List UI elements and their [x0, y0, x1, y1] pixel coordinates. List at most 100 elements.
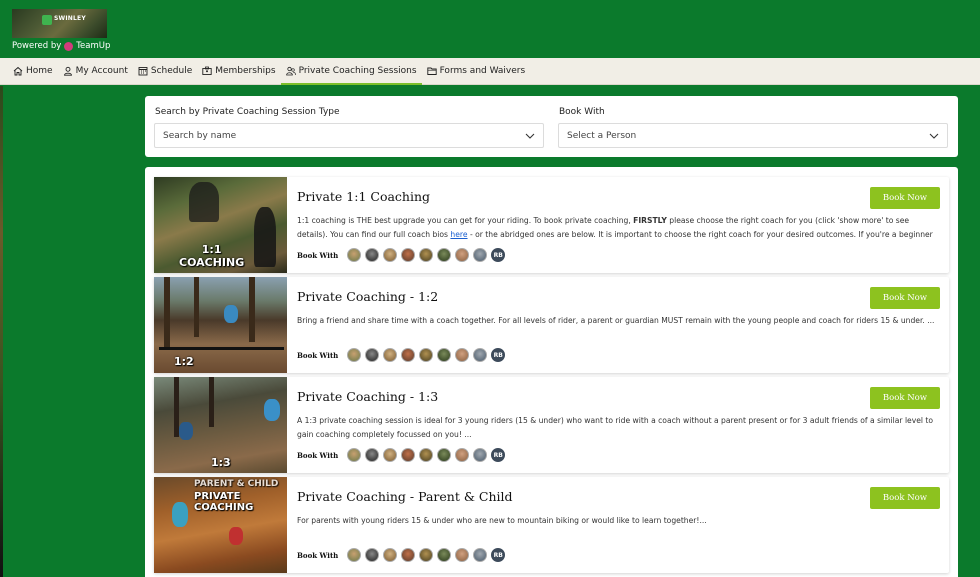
coach-avatar[interactable]: [383, 348, 398, 362]
book-with-placeholder: Select a Person: [567, 130, 637, 141]
thumbnail-caption-top: PARENT & CHILD: [194, 479, 279, 489]
session-title[interactable]: Private Coaching - Parent & Child: [297, 489, 513, 504]
coach-avatar[interactable]: [419, 448, 434, 462]
session-card[interactable]: PARENT & CHILD PRIVATE COACHING Private …: [154, 477, 949, 573]
coach-avatar[interactable]: [473, 448, 488, 462]
coach-avatar[interactable]: [473, 548, 488, 562]
coach-avatar-initials[interactable]: RB: [491, 248, 506, 262]
nav-item-home[interactable]: Home: [8, 58, 58, 84]
session-type-select[interactable]: Search by name: [154, 123, 544, 148]
book-with-row: Book With RB: [297, 348, 506, 362]
coach-avatar[interactable]: [419, 548, 434, 562]
coach-avatar-initials[interactable]: RB: [491, 448, 506, 462]
book-now-button[interactable]: Book Now: [870, 487, 940, 509]
session-title[interactable]: Private Coaching - 1:3: [297, 389, 438, 404]
session-card[interactable]: 1:3 Private Coaching - 1:3 Book Now A 1:…: [154, 377, 949, 473]
calendar-icon: [138, 66, 148, 76]
thumbnail-caption: 1:2: [174, 355, 194, 368]
book-with-row: Book With RB: [297, 548, 506, 562]
thumbnail-caption: 1:3: [211, 456, 231, 469]
desc-text: 1:1 coaching is THE best upgrade you can…: [297, 216, 634, 225]
coach-avatar[interactable]: [365, 348, 380, 362]
coach-avatar[interactable]: [347, 248, 362, 262]
coach-avatar[interactable]: [473, 348, 488, 362]
nav-item-memberships[interactable]: Memberships: [197, 58, 280, 84]
book-with-label: Book With: [297, 450, 339, 460]
chevron-down-icon: [525, 133, 535, 139]
coach-avatar[interactable]: [437, 348, 452, 362]
coach-avatar[interactable]: [401, 448, 416, 462]
filter-panel: Search by Private Coaching Session Type …: [145, 96, 958, 157]
desc-bold: FIRSTLY: [633, 216, 667, 225]
coach-avatar[interactable]: [455, 348, 470, 362]
coach-avatar[interactable]: [473, 248, 488, 262]
book-with-row: Book With RB: [297, 248, 506, 262]
nav-label: Forms and Waivers: [439, 66, 526, 76]
book-now-button[interactable]: Book Now: [870, 287, 940, 309]
teamup-brand[interactable]: TeamUp: [76, 41, 110, 51]
book-with-label: Book With: [297, 550, 339, 560]
nav-label: Memberships: [215, 66, 276, 76]
id-card-icon: [202, 66, 212, 76]
book-now-button[interactable]: Book Now: [870, 187, 940, 209]
coach-avatar[interactable]: [365, 248, 380, 262]
nav-label: Private Coaching Sessions: [298, 66, 417, 76]
session-title[interactable]: Private Coaching - 1:2: [297, 289, 438, 304]
coach-avatar[interactable]: [401, 248, 416, 262]
powered-by: Powered by TeamUp: [12, 41, 110, 51]
coach-avatar[interactable]: [455, 548, 470, 562]
coach-avatar[interactable]: [401, 348, 416, 362]
coach-avatar-initials[interactable]: RB: [491, 348, 506, 362]
session-thumbnail[interactable]: 1:1 COACHING: [154, 177, 287, 273]
session-type-placeholder: Search by name: [163, 130, 237, 141]
coach-avatar[interactable]: [347, 448, 362, 462]
main-nav: Home My Account Schedule Memberships Pri…: [0, 58, 980, 85]
session-thumbnail[interactable]: 1:2: [154, 277, 287, 373]
session-title[interactable]: Private 1:1 Coaching: [297, 189, 430, 204]
coach-avatar[interactable]: [455, 448, 470, 462]
home-icon: [13, 66, 23, 76]
powered-by-text: Powered by: [12, 41, 62, 51]
coach-bios-link[interactable]: here: [450, 230, 467, 239]
user-icon: [63, 66, 73, 76]
logo-text: SWINLEY: [54, 15, 86, 22]
coach-avatar[interactable]: [365, 548, 380, 562]
nav-label: Schedule: [150, 66, 193, 76]
session-thumbnail[interactable]: 1:3: [154, 377, 287, 473]
nav-item-schedule[interactable]: Schedule: [133, 58, 197, 84]
coach-avatar[interactable]: [437, 448, 452, 462]
nav-label: Home: [26, 66, 53, 76]
coach-avatar[interactable]: [437, 548, 452, 562]
session-card[interactable]: 1:1 COACHING Private 1:1 Coaching Book No…: [154, 177, 949, 273]
users-icon: [285, 66, 296, 76]
chevron-down-icon: [929, 133, 939, 139]
logo-badge-icon: [42, 15, 52, 25]
coach-avatar-initials[interactable]: RB: [491, 548, 506, 562]
club-logo[interactable]: SWINLEY: [12, 9, 107, 38]
coach-avatar[interactable]: [383, 548, 398, 562]
coach-avatar[interactable]: [401, 548, 416, 562]
coach-avatar[interactable]: [419, 348, 434, 362]
book-with-label: Book With: [559, 107, 605, 117]
coach-avatar[interactable]: [383, 448, 398, 462]
session-description: Bring a friend and share time with a coa…: [297, 316, 935, 325]
coach-avatar[interactable]: [437, 248, 452, 262]
coach-avatar[interactable]: [347, 348, 362, 362]
session-thumbnail[interactable]: PARENT & CHILD PRIVATE COACHING: [154, 477, 287, 573]
top-header: SWINLEY Powered by TeamUp: [0, 0, 980, 58]
book-with-select[interactable]: Select a Person: [558, 123, 948, 148]
coach-avatar[interactable]: [455, 248, 470, 262]
coach-avatar[interactable]: [419, 248, 434, 262]
coach-avatar[interactable]: [383, 248, 398, 262]
thumbnail-caption: 1:1 COACHING: [179, 243, 245, 269]
session-description: 1:1 coaching is THE best upgrade you can…: [297, 214, 942, 241]
coach-avatar[interactable]: [365, 448, 380, 462]
nav-item-my-account[interactable]: My Account: [58, 58, 133, 84]
nav-item-private-coaching-sessions[interactable]: Private Coaching Sessions: [280, 58, 422, 85]
book-now-button[interactable]: Book Now: [870, 387, 940, 409]
coach-avatar[interactable]: [347, 548, 362, 562]
thumbnail-caption: PRIVATE COACHING: [194, 491, 254, 513]
nav-item-forms-and-waivers[interactable]: Forms and Waivers: [422, 58, 531, 84]
teamup-logo-icon: [64, 41, 74, 51]
session-card[interactable]: 1:2 Private Coaching - 1:2 Book Now Brin…: [154, 277, 949, 373]
